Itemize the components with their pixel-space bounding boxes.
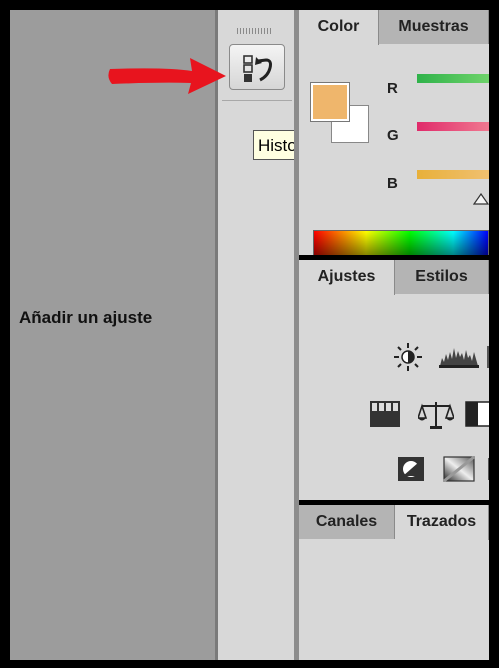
foreground-swatch[interactable] xyxy=(310,82,350,122)
adjustments-panel: Ajustes Estilos xyxy=(299,260,489,500)
color-panel: Color Muestras R G B xyxy=(299,10,489,255)
channel-label-b: B xyxy=(387,175,398,192)
tab-color[interactable]: Color xyxy=(299,10,379,45)
dock-grip-handle[interactable] xyxy=(237,28,273,34)
dock-divider xyxy=(222,100,292,101)
red-pointer-arrow-icon xyxy=(108,58,226,94)
history-panel-button[interactable] xyxy=(229,44,285,90)
tab-canales[interactable]: Canales xyxy=(299,505,395,539)
tab-trazados[interactable]: Trazados xyxy=(395,505,489,540)
tab-muestras[interactable]: Muestras xyxy=(379,10,489,44)
slider-thumb-icon[interactable] xyxy=(473,193,489,205)
slider-b[interactable] xyxy=(417,170,489,179)
channels-panel-tabbar: Canales Trazados xyxy=(299,505,489,540)
slider-r[interactable] xyxy=(417,74,489,83)
document-canvas-area xyxy=(10,10,215,660)
spectrum-ramp[interactable] xyxy=(313,230,489,255)
history-icon xyxy=(243,55,272,82)
channel-label-r: R xyxy=(387,80,398,97)
brightness-contrast-icon[interactable] xyxy=(393,342,423,372)
levels-icon[interactable] xyxy=(439,344,479,368)
slider-g[interactable] xyxy=(417,122,489,131)
window-frame-edge xyxy=(489,10,499,668)
tab-estilos[interactable]: Estilos xyxy=(395,260,489,294)
gradient-map-icon[interactable] xyxy=(443,456,475,482)
collapsed-panel-dock xyxy=(218,10,295,660)
channel-label-g: G xyxy=(387,127,399,144)
color-balance-icon[interactable] xyxy=(418,400,454,430)
adjustments-panel-tabbar: Ajustes Estilos xyxy=(299,260,489,295)
channels-panel: Canales Trazados xyxy=(299,505,489,660)
tab-ajustes[interactable]: Ajustes xyxy=(299,260,395,295)
curves-icon[interactable] xyxy=(369,400,401,428)
add-adjustment-title: Añadir un ajuste xyxy=(19,308,153,327)
black-white-icon[interactable] xyxy=(465,401,489,427)
color-panel-tabbar: Color Muestras xyxy=(299,10,489,45)
invert-icon[interactable] xyxy=(397,456,425,482)
